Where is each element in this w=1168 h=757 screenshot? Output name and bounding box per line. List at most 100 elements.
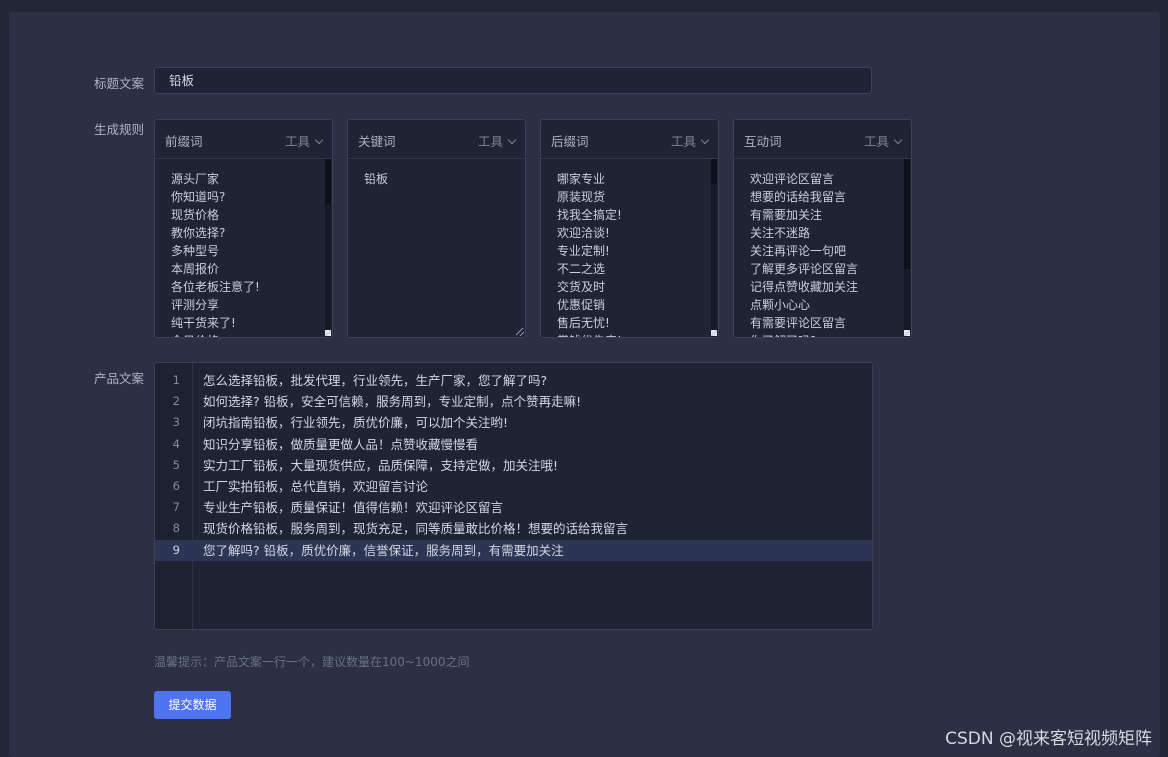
- rule-header: 关键词 工具: [348, 120, 525, 159]
- rule-item: 本周报价: [171, 262, 220, 276]
- rule-box-suffix[interactable]: 后缀词 工具 哪家专业 原装现货 找我全搞定! 欢迎洽谈! 专业定制! 不二之选 交货及时 优惠促…: [540, 119, 719, 338]
- editor-line[interactable]: 8 现货价格铅板，服务周到，现货充足，同等质量敢比价格！想要的话给我留言: [155, 518, 872, 539]
- rule-item: 哪家专业: [557, 172, 606, 186]
- line-text: 专业生产铅板，质量保证！值得信赖！欢迎评论区留言: [203, 500, 504, 516]
- rule-item: 有需要评论区留言: [750, 316, 847, 330]
- editor-line[interactable]: 1 怎么选择铅板，批发代理，行业领先，生产厂家，您了解了吗?: [155, 370, 872, 391]
- rule-item: 你知道吗?: [171, 190, 226, 204]
- vertical-scrollbar[interactable]: [904, 159, 910, 337]
- rule-box-keyword[interactable]: 关键词 工具铅板: [347, 119, 526, 338]
- line-text: 如何选择? 铅板，安全可信赖，服务周到，专业定制，点个赞再走嘛!: [203, 394, 582, 410]
- rule-title: 后缀词: [551, 134, 589, 149]
- editor-line[interactable]: 2 如何选择? 铅板，安全可信赖，服务周到，专业定制，点个赞再走嘛!: [155, 391, 872, 412]
- rule-item: 现货价格: [171, 208, 220, 222]
- chevron-down-icon: [314, 135, 324, 145]
- product-label: 产品文案: [93, 371, 144, 386]
- rule-item: 关注不迷路: [750, 226, 811, 240]
- rule-item: 教你选择?: [171, 226, 226, 240]
- editor-line[interactable]: 6 工厂实拍铅板，总代直销，欢迎留言讨论: [155, 476, 872, 497]
- rule-box-interaction[interactable]: 互动词 工具 欢迎评论区留言 想要的话给我留言 有需要加关注 关注不迷路 关注再评论一句吧了…: [733, 119, 912, 338]
- line-text: 知识分享铅板，做质量更做人品！点赞收藏慢慢看: [203, 436, 479, 452]
- line-number: 6: [172, 479, 180, 493]
- scrollbar-thumb[interactable]: [904, 159, 910, 269]
- editor-line[interactable]: 9 您了解吗? 铅板，质优价廉，信誉保证，服务周到，有需要加关注: [155, 539, 872, 561]
- tools-dropdown[interactable]: 工具: [284, 131, 324, 150]
- line-text: 实力工厂铅板，大量现货供应，品质保障，支持定做，加关注哦!: [203, 457, 559, 473]
- hint-text: 温馨提示：产品文案一行一个，建议数量在100~1000之间: [154, 655, 470, 669]
- line-number: 2: [172, 394, 180, 409]
- editor-line[interactable]: 4 知识分享铅板，做质量更做人品！点赞收藏慢慢看: [155, 434, 872, 455]
- line-number: 4: [172, 436, 180, 451]
- tools-dropdown[interactable]: 工具: [670, 131, 710, 150]
- chevron-down-icon: [507, 135, 517, 145]
- scrollbar-thumb[interactable]: [711, 159, 717, 184]
- tools-label: 工具: [863, 134, 889, 149]
- resize-handle-icon[interactable]: [904, 330, 910, 336]
- vertical-scrollbar[interactable]: [711, 159, 717, 337]
- editor-line[interactable]: 5 实力工厂铅板，大量现货供应，品质保障，支持定做，加关注哦!: [155, 455, 872, 476]
- editor-line[interactable]: 3 闭坑指南铅板，行业领先，质优价廉，可以加个关注哟!: [155, 412, 872, 433]
- line-text: 闭坑指南铅板，行业领先，质优价廉，可以加个关注哟!: [203, 415, 509, 431]
- rule-title: 关键词: [358, 134, 396, 149]
- rule-item: 原装现货: [557, 190, 606, 204]
- tools-dropdown[interactable]: 工具: [477, 131, 517, 150]
- rule-item: 找我全搞定!: [557, 208, 622, 222]
- line-number: 9: [172, 542, 180, 557]
- tools-label: 工具: [284, 134, 310, 149]
- line-number: 8: [172, 521, 180, 536]
- rule-item: 想要的话给我留言: [750, 190, 847, 204]
- rule-header: 互动词 工具: [734, 120, 911, 159]
- line-number: 5: [172, 457, 180, 472]
- chevron-down-icon: [893, 135, 903, 145]
- rule-item: 铅板: [364, 172, 389, 186]
- line-number: 1: [172, 373, 180, 387]
- rule-textarea[interactable]: 哪家专业 原装现货 找我全搞定! 欢迎洽谈! 专业定制! 不二之选 交货及时 优惠促销 售后无忧…: [557, 170, 622, 337]
- submit-button[interactable]: 提交数据: [154, 691, 231, 719]
- rule-item: 点颗小心心: [750, 298, 811, 312]
- line-text: 现货价格铅板，服务周到，现货充足，同等质量敢比价格！想要的话给我留言: [203, 521, 629, 537]
- rule-item: 赏钱优先产!: [557, 332, 622, 337]
- rule-item: 记得点赞收藏加关注: [750, 280, 859, 294]
- rule-item: 你了解了吗?: [750, 332, 858, 337]
- resize-handle-icon[interactable]: [325, 330, 331, 336]
- rule-item: 欢迎洽谈!: [557, 226, 610, 240]
- editor-line[interactable]: 7 专业生产铅板，质量保证！值得信赖！欢迎评论区留言: [155, 497, 872, 518]
- title-input[interactable]: 铅板: [154, 67, 872, 94]
- vertical-scrollbar[interactable]: [325, 159, 331, 337]
- line-number: 7: [172, 500, 180, 515]
- title-label: 标题文案: [93, 76, 144, 91]
- line-text: 工厂实拍铅板，总代直销，欢迎留言讨论: [203, 479, 429, 494]
- rule-textarea[interactable]: 源头厂家你知道吗? 现货价格教你选择? 多种型号本周报价各位老板注意了! 评测分享纯干…: [171, 170, 260, 337]
- line-text: 您了解吗? 铅板，质优价廉，信誉保证，服务周到，有需要加关注: [203, 542, 564, 558]
- rule-textarea[interactable]: 铅板: [364, 170, 388, 188]
- tools-label: 工具: [477, 134, 503, 149]
- rule-title: 前缀词: [165, 134, 203, 149]
- chevron-down-icon: [700, 135, 710, 145]
- rule-item: 评测分享: [171, 298, 220, 312]
- rule-item: 了解更多评论区留言: [750, 262, 859, 276]
- rule-item: 优惠促销: [557, 298, 606, 312]
- rule-item: 纯干货来了!: [171, 316, 236, 330]
- rules-label: 生成规则: [93, 122, 144, 137]
- product-editor[interactable]: 1 怎么选择铅板，批发代理，行业领先，生产厂家，您了解了吗? 2 如何选择? 铅板，安…: [154, 362, 873, 630]
- watermark: CSDN @视来客短视频矩阵: [945, 729, 1152, 749]
- rule-item: 售后无忧!: [557, 316, 610, 330]
- rule-title: 互动词: [744, 134, 782, 149]
- resize-handle-icon[interactable]: [711, 330, 717, 336]
- rule-item: 今日价格: [171, 332, 260, 337]
- rule-item: 各位老板注意了!: [171, 280, 260, 294]
- scrollbar-thumb[interactable]: [325, 159, 331, 204]
- rule-textarea[interactable]: 欢迎评论区留言 想要的话给我留言 有需要加关注 关注不迷路 关注再评论一句吧 了解更多评论…: [750, 170, 859, 337]
- tools-dropdown[interactable]: 工具: [863, 131, 903, 150]
- rule-item: 多种型号: [171, 244, 220, 258]
- tools-label: 工具: [670, 134, 696, 149]
- rule-box-prefix[interactable]: 前缀词 工具源头厂家你知道吗? 现货价格教你选择? 多种型号本周报价各位老板注意了! 评…: [154, 119, 333, 338]
- line-text: 怎么选择铅板，批发代理，行业领先，生产厂家，您了解了吗?: [203, 373, 548, 388]
- rule-item: 不二之选: [557, 262, 606, 276]
- rule-item: 源头厂家: [171, 172, 220, 186]
- line-number: 3: [172, 415, 180, 430]
- rule-header: 前缀词 工具: [155, 120, 332, 159]
- rule-item: 有需要加关注: [750, 208, 823, 222]
- rule-item: 关注再评论一句吧: [750, 244, 847, 258]
- resize-handle-icon[interactable]: [516, 328, 524, 336]
